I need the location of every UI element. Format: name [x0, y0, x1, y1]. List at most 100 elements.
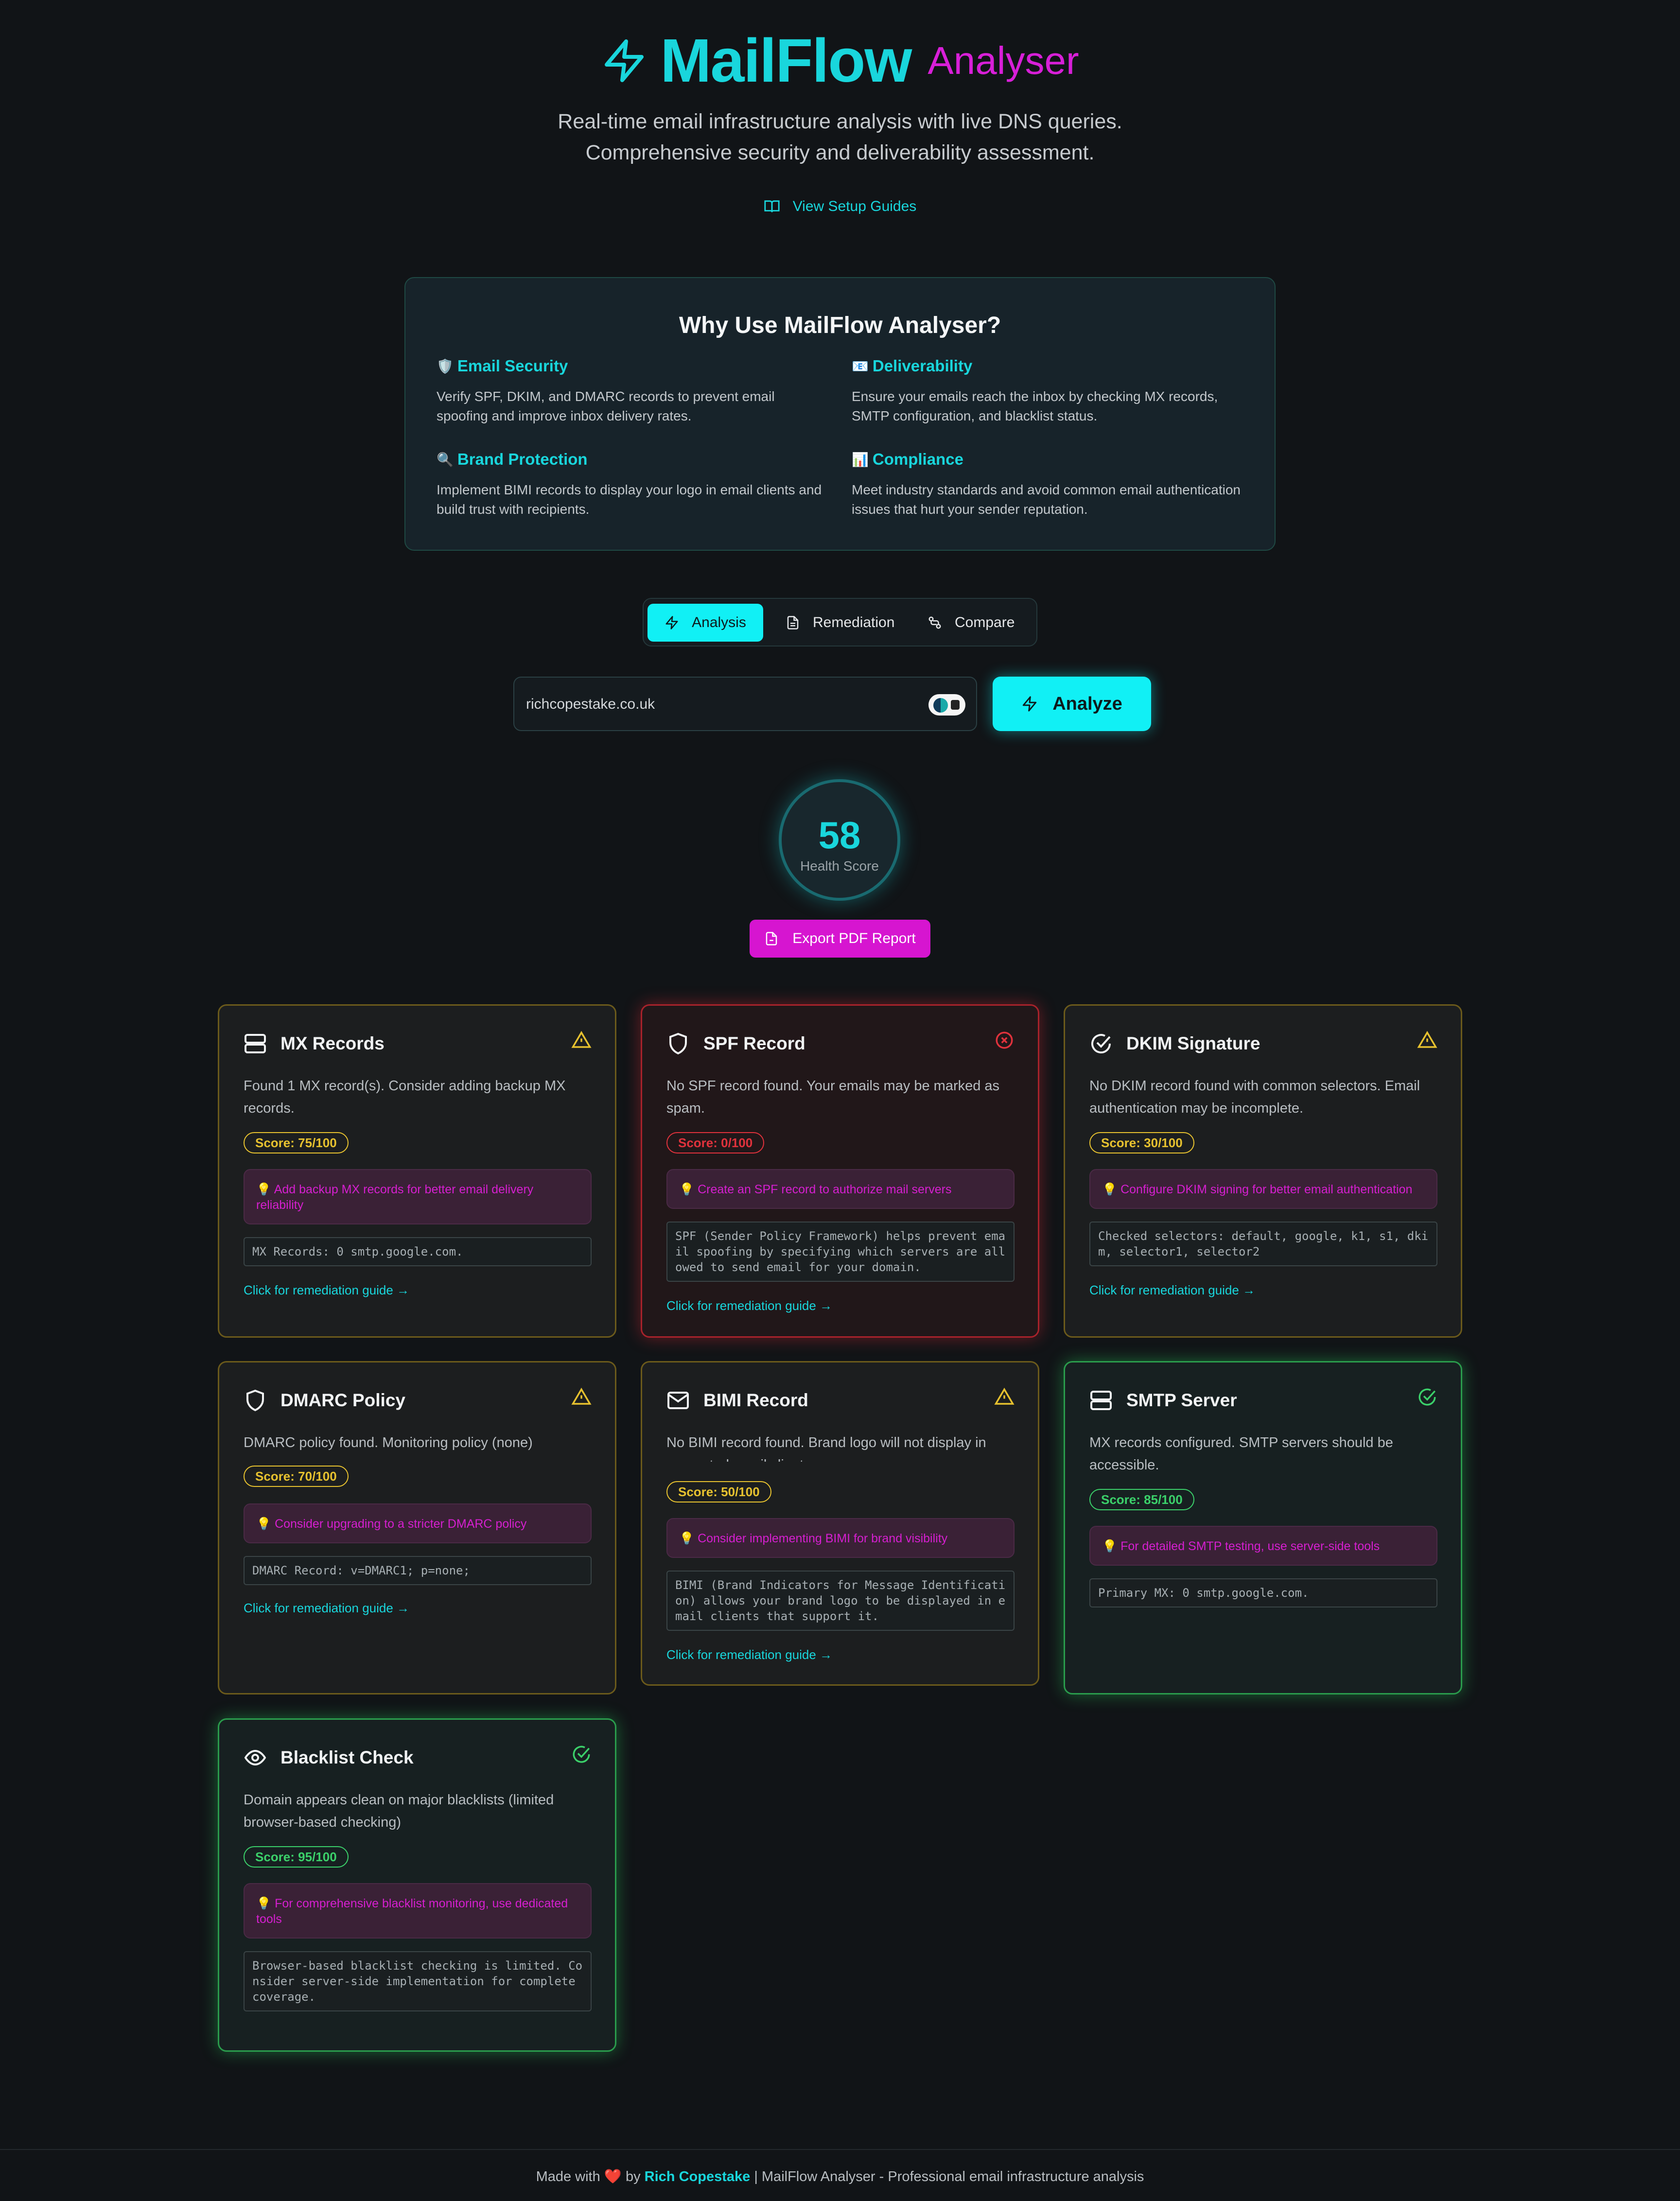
remediation-link[interactable]: Click for remediation guide → — [244, 1601, 409, 1616]
heart-icon: ❤️ — [604, 2169, 622, 2184]
feature-title: Email Security — [457, 357, 568, 375]
eye-icon — [244, 1749, 266, 1766]
feature-title: Deliverability — [872, 357, 973, 375]
feature-desc: Ensure your emails reach the inbox by ch… — [852, 389, 1218, 423]
feature-brand-protection: 🔍 Brand Protection Implement BIMI records… — [437, 450, 825, 519]
card-details: Primary MX: 0 smtp.google.com. — [1089, 1578, 1437, 1607]
tab-label: Compare — [955, 614, 1015, 630]
feature-compliance: 📊 Compliance Meet industry standards and … — [852, 450, 1241, 519]
app-title: MailFlow — [660, 26, 912, 95]
card-tip: 💡 For comprehensive blacklist monitoring… — [244, 1883, 592, 1939]
score-badge: Score: 50/100 — [666, 1481, 771, 1502]
feature-email-security: 🛡️ Email Security Verify SPF, DKIM, and D… — [437, 357, 825, 426]
domain-search-box — [513, 677, 977, 731]
card-desc: MX records configured. SMTP servers shou… — [1089, 1435, 1393, 1473]
card-details: MX Records: 0 smtp.google.com. — [244, 1237, 592, 1266]
card-dkim-signature[interactable]: DKIM Signature No DKIM record found with… — [1064, 1004, 1462, 1338]
card-tip: 💡 For detailed SMTP testing, use server-… — [1089, 1526, 1437, 1566]
remediation-link[interactable]: Click for remediation guide → — [666, 1647, 832, 1662]
score-badge: Score: 95/100 — [244, 1846, 349, 1868]
pdf-file-icon — [766, 932, 777, 945]
export-pdf-button[interactable]: Export PDF Report — [750, 920, 930, 958]
card-dmarc-policy[interactable]: DMARC Policy DMARC policy found. Monitor… — [218, 1361, 616, 1694]
feature-desc: Meet industry standards and avoid common… — [852, 482, 1241, 517]
feature-desc: Verify SPF, DKIM, and DMARC records to p… — [437, 389, 775, 423]
warning-icon — [994, 1387, 1015, 1405]
card-desc: DMARC policy found. Monitoring policy (n… — [244, 1435, 533, 1450]
card-desc: Found 1 MX record(s). Consider adding ba… — [244, 1078, 566, 1116]
card-tip: 💡 Configure DKIM signing for better emai… — [1089, 1169, 1437, 1209]
tab-remediation[interactable]: Remediation — [771, 604, 909, 642]
export-label: Export PDF Report — [792, 930, 916, 946]
card-title: SMTP Server — [1126, 1390, 1237, 1410]
card-title: DKIM Signature — [1126, 1033, 1260, 1053]
card-smtp-server[interactable]: SMTP Server MX records configured. SMTP … — [1064, 1361, 1462, 1694]
brand: MailFlow Analyser — [601, 25, 1079, 96]
document-icon — [787, 616, 799, 629]
mode-tabs: Analysis Remediation Compare — [643, 598, 1037, 646]
app-subtitle: Analyser — [928, 38, 1079, 82]
tab-compare[interactable]: Compare — [913, 604, 1029, 642]
remediation-link[interactable]: Click for remediation guide → — [666, 1298, 832, 1313]
card-title: Blacklist Check — [280, 1747, 414, 1767]
card-details: Browser-based blacklist checking is limi… — [244, 1951, 592, 2011]
server-icon — [1090, 1391, 1112, 1410]
guides-link-label: View Setup Guides — [792, 198, 917, 214]
warning-icon — [571, 1387, 592, 1405]
footer-made-with: Made with — [536, 2169, 600, 2184]
score-badge: Score: 0/100 — [666, 1132, 765, 1153]
why-heading: Why Use MailFlow Analyser? — [679, 313, 1001, 338]
card-tip: 💡 Consider implementing BIMI for brand v… — [666, 1518, 1015, 1558]
score-badge: Score: 70/100 — [244, 1466, 349, 1487]
app-header: MailFlow Analyser — [0, 25, 1680, 96]
warning-icon — [1417, 1031, 1437, 1048]
server-icon — [245, 1034, 266, 1053]
analyze-label: Analyze — [1052, 693, 1122, 714]
remediation-link[interactable]: Click for remediation guide → — [1089, 1283, 1255, 1298]
card-blacklist-check[interactable]: Blacklist Check Domain appears clean on … — [218, 1718, 616, 2052]
card-spf-record[interactable]: SPF Record No SPF record found. Your ema… — [641, 1004, 1039, 1338]
shield-icon — [669, 1032, 687, 1055]
guides-link-row: View Setup Guides — [0, 198, 1680, 219]
remediation-link[interactable]: Click for remediation guide → — [244, 1283, 409, 1298]
tagline: Real-time email infrastructure analysis … — [558, 110, 1122, 164]
error-icon — [996, 1031, 1013, 1049]
footer-tagline: | MailFlow Analyser - Professional email… — [754, 2169, 1144, 2184]
author-link[interactable]: Rich Copestake — [645, 2169, 751, 2184]
chart-emoji-icon: 📊 — [852, 452, 869, 467]
domain-input[interactable] — [526, 692, 915, 716]
feature-desc: Implement BIMI records to display your l… — [437, 482, 822, 517]
card-details: Checked selectors: default, google, k1, … — [1089, 1222, 1437, 1266]
mail-icon — [667, 1392, 689, 1409]
feature-deliverability: 📧 Deliverability Ensure your emails reach… — [852, 357, 1241, 426]
footer: Made with ❤️ by Rich Copestake | MailFlo… — [0, 2149, 1680, 2201]
bolt-icon — [1023, 696, 1037, 712]
card-bimi-record[interactable]: BIMI Record No BIMI record found. Brand … — [641, 1361, 1039, 1686]
card-tip: 💡 Consider upgrading to a stricter DMARC… — [244, 1503, 592, 1543]
score-badge: Score: 85/100 — [1089, 1489, 1194, 1510]
feature-title: Compliance — [872, 450, 963, 468]
health-score-label: Health Score — [800, 858, 879, 873]
bolt-icon — [605, 39, 644, 82]
card-desc: No SPF record found. Your emails may be … — [666, 1078, 1000, 1116]
card-mx-records[interactable]: MX Records Found 1 MX record(s). Conside… — [218, 1004, 616, 1338]
footer-by: by — [625, 2169, 641, 2184]
shield-emoji-icon: 🛡️ — [437, 358, 454, 374]
card-details: BIMI (Brand Indicators for Message Ident… — [666, 1571, 1015, 1631]
card-tip: 💡 Add backup MX records for better email… — [244, 1169, 592, 1224]
card-title: DMARC Policy — [280, 1390, 405, 1410]
card-title: SPF Record — [703, 1033, 805, 1053]
analyze-button[interactable]: Analyze — [993, 677, 1151, 731]
card-desc: Domain appears clean on major blacklists… — [244, 1792, 554, 1830]
tab-label: Remediation — [813, 614, 895, 630]
tab-analysis[interactable]: Analysis — [648, 604, 763, 642]
card-desc: No BIMI record found. Brand logo will no… — [666, 1435, 986, 1462]
compare-icon — [928, 616, 941, 629]
health-score-gauge: 58 Health Score — [779, 779, 900, 901]
view-setup-guides-link[interactable]: View Setup Guides — [764, 198, 917, 215]
shield-icon — [246, 1389, 264, 1412]
password-manager-icon[interactable] — [928, 694, 965, 716]
card-title: BIMI Record — [703, 1390, 808, 1410]
why-panel: Why Use MailFlow Analyser? 🛡️ Email Secur… — [404, 277, 1276, 551]
tab-label: Analysis — [692, 614, 746, 630]
